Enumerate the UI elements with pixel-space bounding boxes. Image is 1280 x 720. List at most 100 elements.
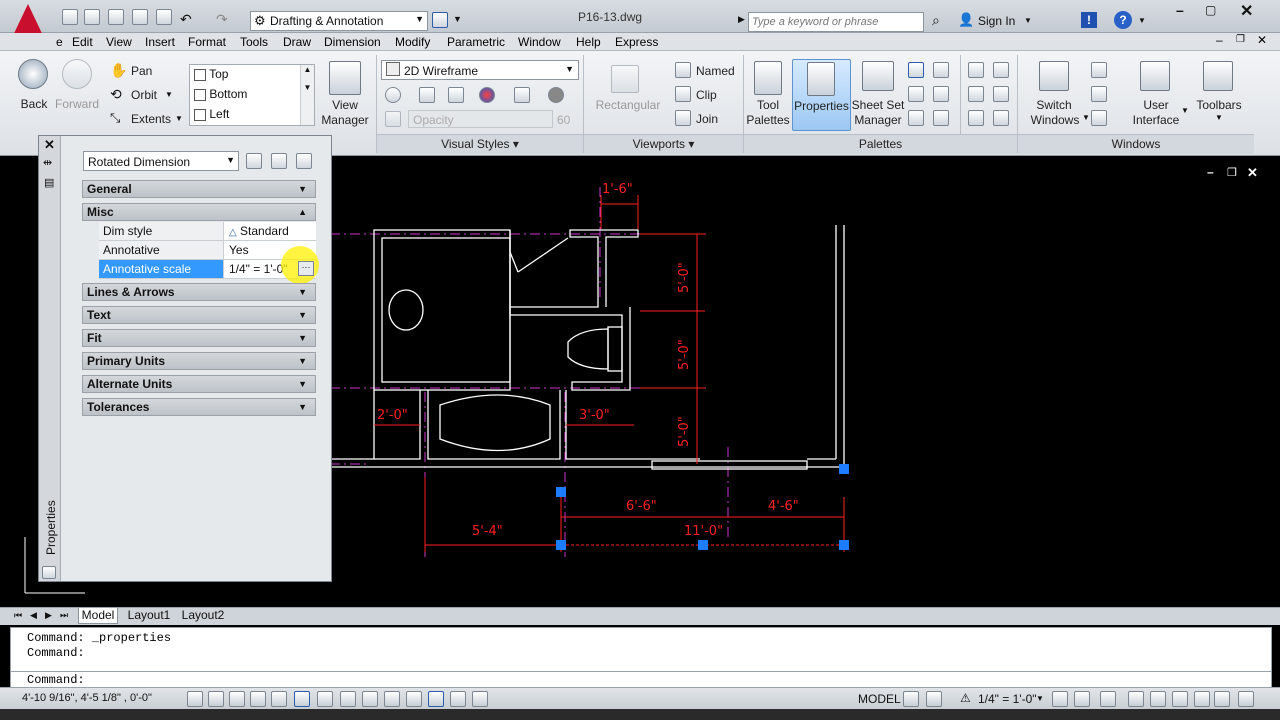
tool-palettes-label-1[interactable]: Tool bbox=[745, 98, 791, 112]
scale-dropdown-icon[interactable]: ▼ bbox=[1036, 694, 1044, 703]
toolbars-icon[interactable] bbox=[1203, 61, 1233, 91]
tab-layout2[interactable]: Layout2 bbox=[178, 608, 228, 624]
annotation-visibility-icon[interactable] bbox=[1052, 691, 1068, 707]
palette-small-6-icon[interactable] bbox=[933, 110, 949, 126]
select-objects-icon[interactable] bbox=[271, 153, 287, 169]
quick-view-layouts-icon[interactable] bbox=[903, 691, 919, 707]
menu-window[interactable]: Window bbox=[518, 35, 561, 49]
command-input[interactable]: Command: bbox=[11, 671, 1271, 688]
tile-vertical-icon[interactable] bbox=[1091, 86, 1107, 102]
pan-icon[interactable]: ✋ bbox=[110, 62, 127, 79]
ellipsis-button[interactable]: ··· bbox=[298, 261, 314, 276]
exchange-icon[interactable]: ! bbox=[1081, 12, 1097, 28]
maximize-icon[interactable]: ▢ bbox=[1205, 3, 1216, 17]
palette-small-3-icon[interactable] bbox=[908, 86, 924, 102]
doc-close-icon[interactable]: ✕ bbox=[1257, 33, 1267, 47]
shadow-icon[interactable] bbox=[419, 87, 435, 103]
otrack-icon[interactable] bbox=[340, 691, 356, 707]
tool-palettes-label-2[interactable]: Palettes bbox=[743, 113, 793, 127]
palette-small-10-icon[interactable] bbox=[993, 86, 1009, 102]
rectangular-button[interactable]: Rectangular bbox=[593, 98, 663, 112]
back-icon[interactable] bbox=[18, 59, 48, 89]
prev-tab-icon[interactable]: ◀ bbox=[30, 610, 37, 621]
sign-in-dropdown-icon[interactable]: ▼ bbox=[1024, 16, 1032, 25]
menu-edit[interactable]: Edit bbox=[72, 35, 93, 49]
toolbars-button[interactable]: Toolbars bbox=[1192, 98, 1246, 112]
user-interface-dropdown-icon[interactable]: ▼ bbox=[1181, 106, 1189, 115]
forward-button[interactable]: Forward bbox=[52, 97, 102, 111]
cascade-icon[interactable] bbox=[1091, 110, 1107, 126]
view-manager-label-1[interactable]: View bbox=[320, 98, 370, 112]
selection-cycling-icon[interactable] bbox=[472, 691, 488, 707]
sheet-set-icon[interactable] bbox=[862, 61, 894, 91]
clean-screen-icon[interactable] bbox=[1238, 691, 1254, 707]
grip[interactable] bbox=[556, 487, 566, 497]
infer-constraints-icon[interactable] bbox=[187, 691, 203, 707]
next-tab-icon[interactable]: ▶ bbox=[45, 610, 52, 621]
minimize-icon[interactable]: – bbox=[1176, 2, 1184, 18]
binoculars-icon[interactable]: ⌕ bbox=[932, 12, 940, 29]
grip[interactable] bbox=[839, 464, 849, 474]
grip[interactable] bbox=[839, 540, 849, 550]
status-menu-icon[interactable] bbox=[1214, 691, 1230, 707]
palette-small-5-icon[interactable] bbox=[908, 110, 924, 126]
sheet-set-label-2[interactable]: Manager bbox=[850, 113, 906, 127]
save-icon[interactable] bbox=[108, 9, 124, 25]
polar-icon[interactable] bbox=[271, 691, 287, 707]
snap-icon[interactable] bbox=[208, 691, 224, 707]
quick-properties-icon[interactable] bbox=[450, 691, 466, 707]
visual-style-dropdown[interactable]: 2D Wireframe ▼ bbox=[381, 60, 579, 80]
new-icon[interactable] bbox=[62, 9, 78, 25]
named-icon[interactable] bbox=[675, 62, 691, 78]
menu-file[interactable]: e bbox=[56, 35, 63, 49]
grip[interactable] bbox=[698, 540, 708, 550]
xray-icon[interactable] bbox=[385, 87, 401, 103]
back-button[interactable]: Back bbox=[14, 97, 54, 111]
autoscale-icon[interactable] bbox=[1074, 691, 1090, 707]
isolate-objects-icon[interactable] bbox=[1172, 691, 1188, 707]
switch-windows-icon[interactable] bbox=[1039, 61, 1069, 91]
undo-icon[interactable]: ↶ bbox=[180, 11, 192, 28]
palette-small-12-icon[interactable] bbox=[993, 110, 1009, 126]
palette-properties-icon[interactable]: ▤ bbox=[44, 176, 54, 189]
help-icon[interactable]: ? bbox=[1114, 11, 1132, 29]
extents-dropdown-icon[interactable]: ▼ bbox=[175, 114, 183, 123]
doc-restore-icon[interactable]: ❐ bbox=[1236, 34, 1245, 45]
doc-minimize-icon[interactable]: – bbox=[1216, 33, 1223, 47]
lighting-icon[interactable] bbox=[514, 87, 530, 103]
menu-draw[interactable]: Draw bbox=[283, 35, 311, 49]
menu-view[interactable]: View bbox=[106, 35, 132, 49]
palette-small-1-icon[interactable] bbox=[908, 62, 924, 78]
menu-help[interactable]: Help bbox=[576, 35, 601, 49]
group-palettes[interactable]: Palettes bbox=[744, 134, 1017, 154]
customize-icon[interactable] bbox=[432, 12, 448, 28]
pan-button[interactable]: Pan bbox=[131, 64, 152, 78]
orbit-icon[interactable]: ⟲ bbox=[110, 86, 122, 103]
toolbars-dropdown-icon[interactable]: ▼ bbox=[1215, 113, 1223, 122]
toggle-pickadd-icon[interactable] bbox=[246, 153, 262, 169]
sign-in-link[interactable]: Sign In bbox=[978, 14, 1015, 28]
last-tab-icon[interactable]: ⏭ bbox=[60, 610, 68, 621]
search-input[interactable]: Type a keyword or phrase bbox=[748, 12, 924, 32]
ducs-icon[interactable] bbox=[362, 691, 378, 707]
transparency-icon[interactable] bbox=[428, 691, 444, 707]
view-left[interactable]: Left bbox=[194, 107, 229, 125]
switch-windows-label-1[interactable]: Switch bbox=[1028, 98, 1080, 112]
view-bottom[interactable]: Bottom bbox=[194, 87, 247, 105]
switch-windows-dropdown-icon[interactable]: ▼ bbox=[1082, 113, 1090, 122]
menu-express[interactable]: Express bbox=[615, 35, 658, 49]
opacity-value[interactable]: 60 bbox=[557, 113, 570, 127]
save-as-icon[interactable] bbox=[132, 9, 148, 25]
view-top[interactable]: Top bbox=[194, 67, 228, 85]
menu-dimension[interactable]: Dimension bbox=[324, 35, 381, 49]
coordinates-readout[interactable]: 4'-10 9/16", 4'-5 1/8" , 0'-0" bbox=[22, 692, 152, 704]
tool-palettes-icon[interactable] bbox=[754, 61, 782, 95]
qat-dropdown-icon[interactable]: ▼ bbox=[453, 14, 462, 24]
grid-icon[interactable] bbox=[229, 691, 245, 707]
annotation-scale-dropdown[interactable]: 1/4" = 1'-0" bbox=[978, 692, 1037, 706]
property-annotative-scale[interactable]: Annotative scale 1/4" = 1'-0" ··· bbox=[99, 246, 319, 284]
user-interface-icon[interactable] bbox=[1140, 61, 1170, 91]
section-general[interactable]: General ▼ bbox=[82, 180, 316, 198]
rectangular-viewport-icon[interactable] bbox=[611, 65, 639, 93]
join-button[interactable]: Join bbox=[696, 112, 718, 126]
